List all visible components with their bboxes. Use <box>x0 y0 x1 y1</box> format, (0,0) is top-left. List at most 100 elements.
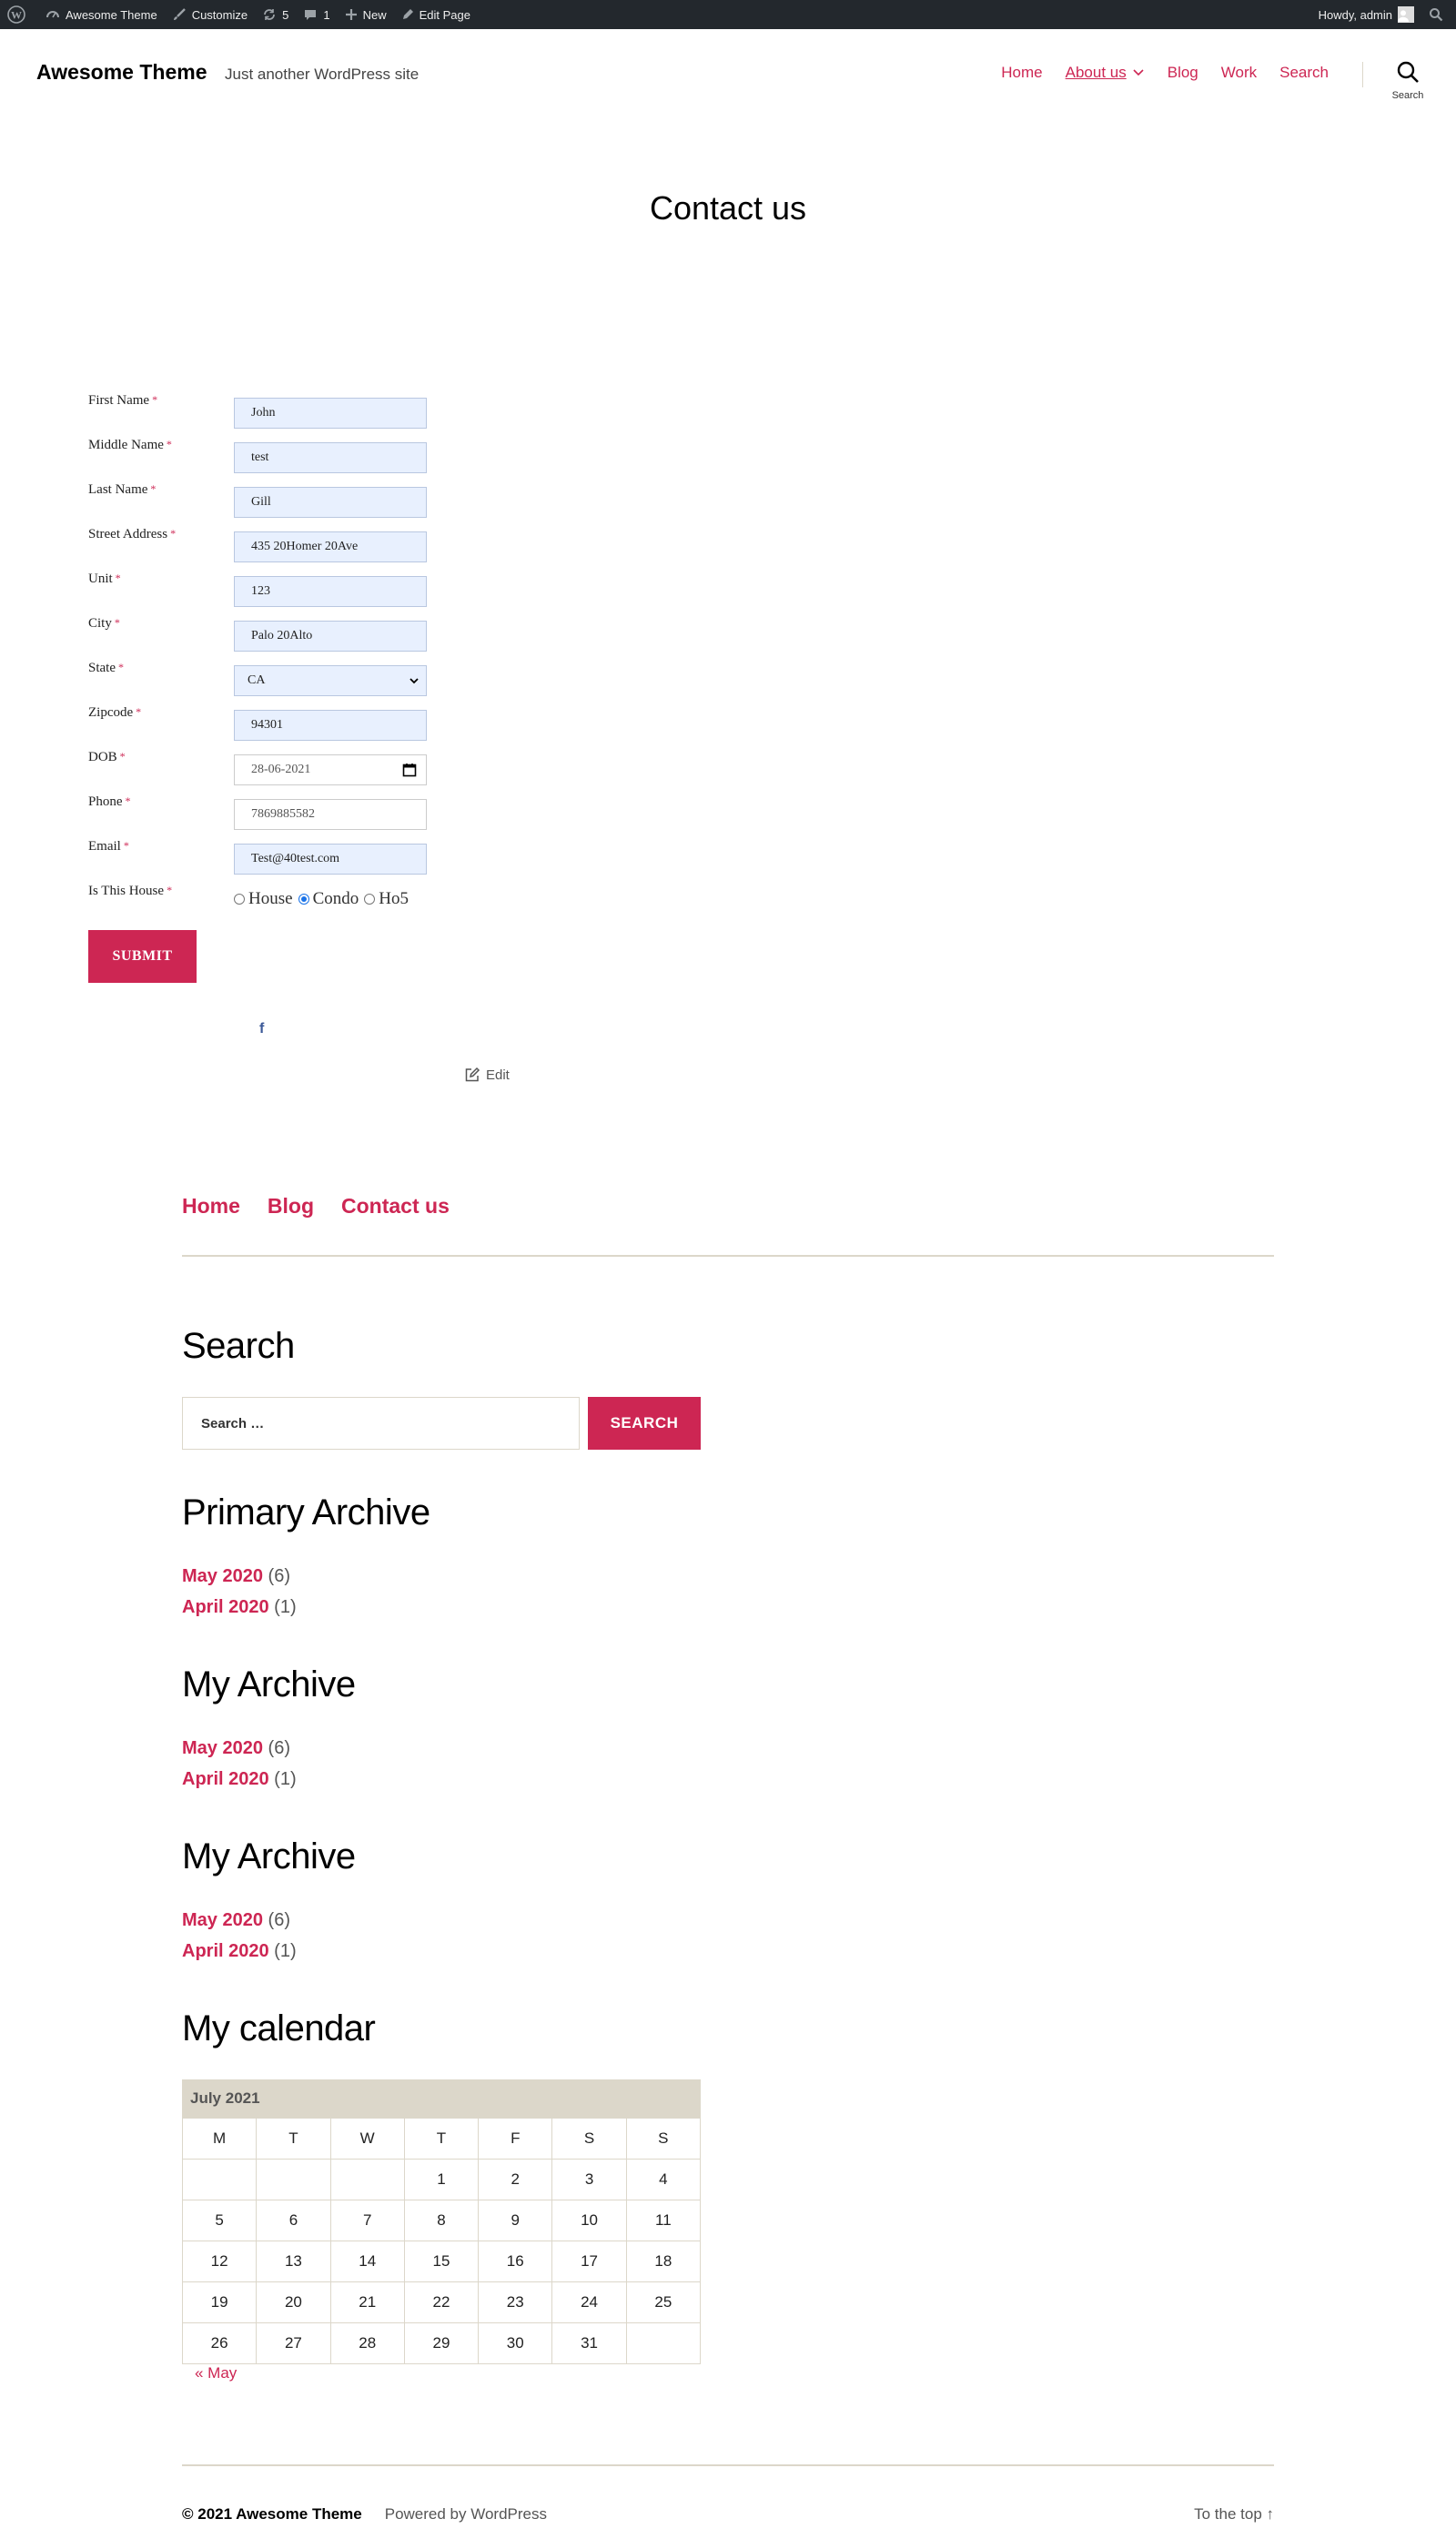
footer-nav-contact-us[interactable]: Contact us <box>341 1194 450 1219</box>
calendar-week-row: 19 20 21 22 23 24 25 <box>181 2281 702 2323</box>
admin-bar-edit-page-label: Edit Page <box>419 7 470 22</box>
calendar-week-row: 5 6 7 8 9 10 11 <box>181 2200 702 2241</box>
admin-bar-site-link[interactable]: Awesome Theme <box>38 0 165 29</box>
admin-bar-updates[interactable]: 5 <box>255 0 296 29</box>
calendar-prev-month-link[interactable]: « May <box>195 2364 237 2382</box>
phone-field[interactable]: 7869885582 <box>234 799 427 830</box>
state-label: State * <box>88 661 124 675</box>
footer-nav: Home Blog Contact us <box>182 1194 477 1219</box>
calendar-day: 24 <box>551 2281 627 2323</box>
nav-item-home[interactable]: Home <box>1001 64 1042 82</box>
radio-button-checked[interactable] <box>298 894 309 905</box>
admin-bar-search-icon[interactable] <box>1421 0 1456 29</box>
radio-option-house[interactable]: House <box>234 889 293 909</box>
calendar-day: 13 <box>256 2241 331 2282</box>
radio-option-condo[interactable]: Condo <box>298 889 359 909</box>
footer-divider <box>182 2464 1274 2466</box>
admin-bar-updates-count: 5 <box>282 7 289 22</box>
calendar-day: 11 <box>625 2200 702 2241</box>
form-row-dob: DOB * 28-06-2021 <box>88 750 480 794</box>
chevron-down-icon <box>410 678 419 684</box>
nav-item-search[interactable]: Search <box>1279 64 1329 82</box>
form-row-state: State * CA <box>88 661 480 705</box>
archive-list: May 2020 (6) April 2020 (1) <box>182 1733 297 1795</box>
form-row-email: Email * Test@40test.com <box>88 839 480 884</box>
submit-button[interactable]: SUBMIT <box>88 930 197 983</box>
brush-icon <box>173 8 186 20</box>
nav-item-label: Search <box>1279 64 1329 81</box>
to-the-top-link[interactable]: To the top ↑ <box>1194 2505 1274 2524</box>
search-button[interactable]: SEARCH <box>588 1397 701 1450</box>
dob-label: DOB * <box>88 750 126 764</box>
nav-item-about-us[interactable]: About us <box>1066 64 1145 82</box>
radio-option-ho5[interactable]: Ho5 <box>364 889 409 909</box>
form-row-street-address: Street Address * 435 20Homer 20Ave <box>88 527 480 572</box>
nav-item-blog[interactable]: Blog <box>1168 64 1198 82</box>
archive-link[interactable]: May 2020 <box>182 1738 263 1758</box>
unit-label: Unit * <box>88 572 121 586</box>
archive-link[interactable]: April 2020 <box>182 1941 269 1961</box>
calendar-day <box>625 2322 702 2364</box>
weekday-header: T <box>403 2118 480 2160</box>
calendar-icon[interactable] <box>402 763 417 777</box>
last-name-field[interactable]: Gill <box>234 487 427 518</box>
radio-button[interactable] <box>364 894 376 905</box>
nav-item-work[interactable]: Work <box>1221 64 1257 82</box>
divider <box>182 1255 1274 1257</box>
search-input[interactable] <box>182 1397 580 1450</box>
facebook-icon[interactable]: f <box>259 1021 264 1037</box>
admin-bar-site-name: Awesome Theme <box>66 7 157 22</box>
archive-count: (6) <box>268 1910 290 1930</box>
weekday-header: S <box>625 2118 702 2160</box>
admin-bar: W Awesome Theme Customize 5 1 New Edit P… <box>0 0 1456 29</box>
admin-bar-comments[interactable]: 1 <box>296 0 337 29</box>
site-title[interactable]: Awesome Theme <box>36 60 207 85</box>
calendar-day <box>329 2159 405 2200</box>
admin-bar-account[interactable]: Howdy, admin <box>1311 0 1421 29</box>
admin-bar-customize[interactable]: Customize <box>165 0 255 29</box>
email-field[interactable]: Test@40test.com <box>234 844 427 875</box>
dashboard-icon <box>46 11 59 18</box>
archive-count: (1) <box>274 1769 297 1789</box>
footer-copyright[interactable]: © 2021 Awesome Theme <box>182 2505 362 2524</box>
first-name-label: First Name * <box>88 393 158 408</box>
calendar-day: 16 <box>478 2241 553 2282</box>
weekday-header: F <box>478 2118 553 2160</box>
middle-name-label: Middle Name * <box>88 438 172 452</box>
archive-link[interactable]: April 2020 <box>182 1769 269 1789</box>
archive-link[interactable]: April 2020 <box>182 1597 269 1617</box>
header-search-toggle[interactable]: Search <box>1385 60 1431 101</box>
street-address-label: Street Address * <box>88 527 177 541</box>
form-row-unit: Unit * 123 <box>88 572 480 616</box>
first-name-field[interactable]: John <box>234 398 427 429</box>
archive-list: May 2020 (6) April 2020 (1) <box>182 1905 297 1967</box>
archive-link[interactable]: May 2020 <box>182 1910 263 1930</box>
footer-powered-by[interactable]: Powered by WordPress <box>385 2505 547 2524</box>
calendar-day: 9 <box>478 2200 553 2241</box>
calendar-day: 2 <box>478 2159 553 2200</box>
zipcode-field[interactable]: 94301 <box>234 710 427 741</box>
edit-link[interactable]: Edit <box>464 1067 510 1083</box>
edit-link-label: Edit <box>486 1067 510 1083</box>
dob-date-field[interactable]: 28-06-2021 <box>234 754 427 785</box>
calendar-day: 30 <box>478 2322 553 2364</box>
archive-link[interactable]: May 2020 <box>182 1566 263 1586</box>
site-tagline: Just another WordPress site <box>225 66 420 83</box>
archive-count: (1) <box>274 1941 297 1961</box>
house-type-radio-group: House Condo Ho5 <box>234 889 414 909</box>
middle-name-field[interactable]: test <box>234 442 427 473</box>
street-address-field[interactable]: 435 20Homer 20Ave <box>234 531 427 562</box>
form-row-first-name: First Name * John <box>88 393 480 438</box>
radio-button[interactable] <box>234 894 245 905</box>
admin-bar-edit-page[interactable]: Edit Page <box>394 0 478 29</box>
wordpress-logo-icon[interactable]: W <box>0 0 38 29</box>
unit-field[interactable]: 123 <box>234 576 427 607</box>
admin-bar-howdy: Howdy, admin <box>1318 7 1392 22</box>
footer-nav-home[interactable]: Home <box>182 1194 240 1219</box>
form-row-is-this-house: Is This House * House Condo Ho5 <box>88 884 480 928</box>
admin-bar-new[interactable]: New <box>338 0 394 29</box>
footer-nav-blog[interactable]: Blog <box>268 1194 314 1219</box>
state-select[interactable]: CA <box>234 665 427 696</box>
city-field[interactable]: Palo 20Alto <box>234 621 427 652</box>
search-widget-title: Search <box>182 1326 295 1366</box>
